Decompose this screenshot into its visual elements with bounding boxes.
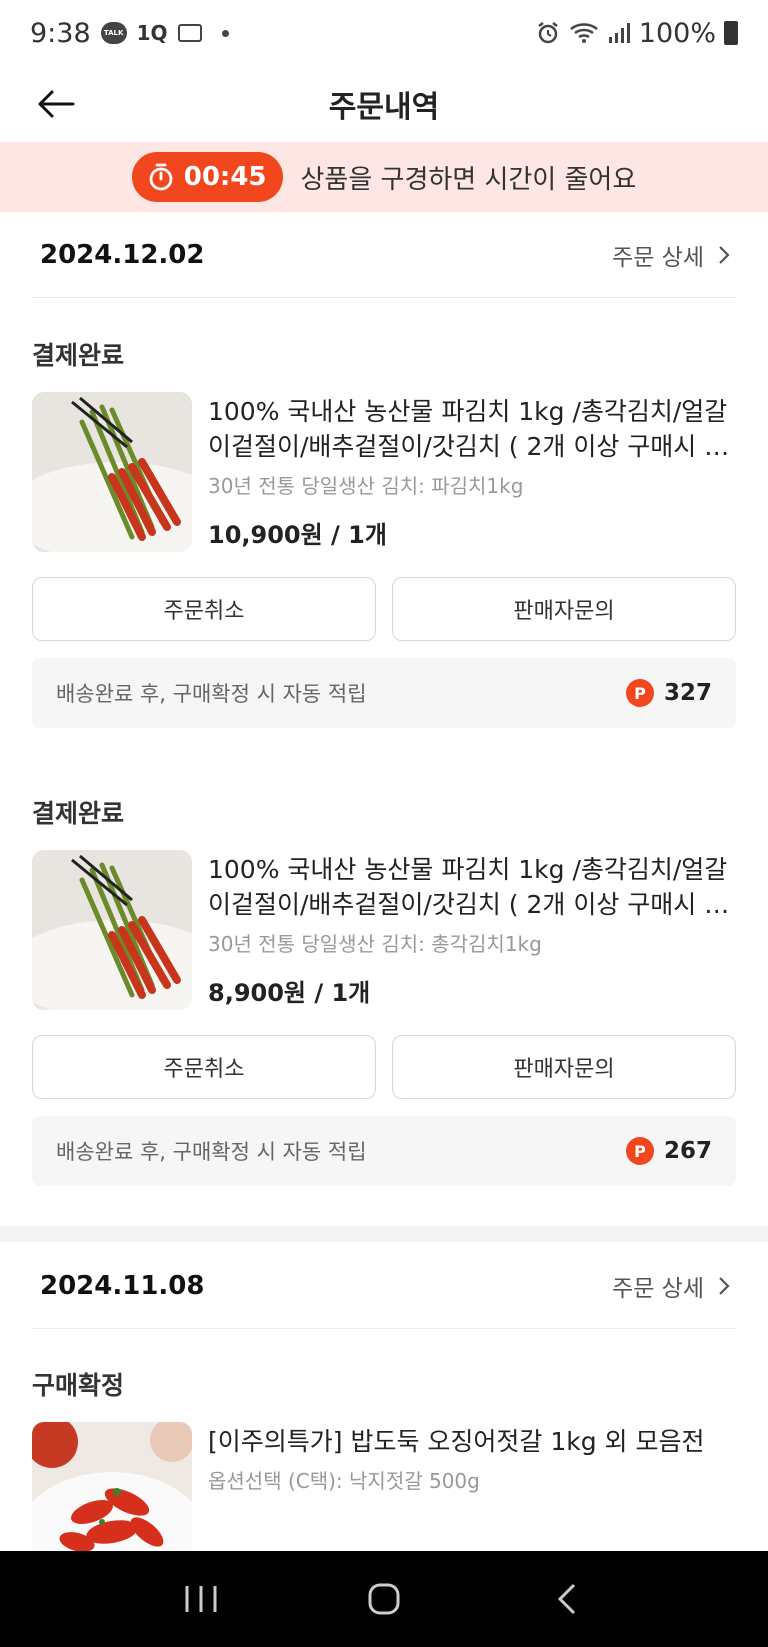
point-note: 배송완료 후, 구매확정 시 자동 적립: [56, 682, 367, 706]
action-buttons: 주문취소 판매자문의: [32, 1035, 736, 1099]
product-image-green-onion-kimchi[interactable]: [32, 392, 192, 552]
recent-apps-button[interactable]: [171, 1569, 231, 1629]
cancel-order-button[interactable]: 주문취소: [32, 1035, 376, 1099]
wallet-icon: [177, 24, 202, 42]
product-price: 8,900원 / 1개: [208, 979, 371, 1007]
alarm-icon: [538, 22, 558, 44]
timer-pill: 00:45: [131, 152, 283, 202]
cancel-order-button[interactable]: 주문취소: [32, 577, 376, 641]
order-header: 2024.12.02 주문 상세: [32, 212, 736, 298]
battery-icon: [724, 21, 738, 45]
more-notifications-dot-icon: [221, 29, 229, 37]
back-chevron-icon: [557, 1583, 575, 1615]
product-option: 30년 전통 당일생산 김치: 파김치1kg: [208, 474, 524, 498]
product-option: 30년 전통 당일생산 김치: 총각김치1kg: [208, 932, 542, 956]
signal-icon: [608, 23, 630, 43]
product-name[interactable]: 100% 국내산 농산물 파김치 1kg /총각김치/얼갈이겉절이/배추겉절이/…: [208, 394, 736, 464]
home-icon: [368, 1583, 400, 1615]
action-buttons: 주문취소 판매자문의: [32, 577, 736, 641]
point-reward-box: 배송완료 후, 구매확정 시 자동 적립 P 327: [32, 658, 736, 728]
section-divider: [0, 1226, 768, 1242]
stopwatch-icon: [149, 163, 173, 191]
product-row[interactable]: 100% 국내산 농산물 파김치 1kg /총각김치/얼갈이겉절이/배추겉절이/…: [32, 392, 736, 552]
product-row[interactable]: 100% 국내산 농산물 파김치 1kg /총각김치/얼갈이겉절이/배추겉절이/…: [32, 850, 736, 1010]
order-status: 구매확정: [32, 1371, 125, 1400]
app-notification-icon: 1Q: [136, 21, 168, 45]
system-back-button[interactable]: [537, 1569, 597, 1629]
order-status: 결제완료: [32, 341, 125, 370]
system-navigation-bar: [0, 1551, 768, 1647]
battery-percent: 100%: [638, 17, 716, 49]
point-reward-box: 배송완료 후, 구매확정 시 자동 적립 P 267: [32, 1116, 736, 1186]
timer-banner[interactable]: 00:45 상품을 구경하면 시간이 줄어요: [0, 142, 768, 212]
page-title: 주문내역: [328, 90, 440, 125]
point-amount: 267: [663, 1138, 712, 1164]
product-image-green-onion-kimchi[interactable]: [32, 850, 192, 1010]
point-note: 배송완료 후, 구매확정 시 자동 적립: [56, 1140, 367, 1164]
product-price: 10,900원 / 1개: [208, 521, 387, 549]
order-detail-link[interactable]: 주문 상세: [612, 238, 736, 272]
wifi-icon: [569, 23, 598, 43]
recent-apps-icon: [185, 1586, 217, 1612]
home-button[interactable]: [354, 1569, 414, 1629]
order-status: 결제완료: [32, 799, 125, 828]
product-name[interactable]: 100% 국내산 농산물 파김치 1kg /총각김치/얼갈이겉절이/배추겉절이/…: [208, 852, 736, 922]
arrow-left-icon: [38, 90, 75, 118]
app-bar: 주문내역: [0, 66, 768, 142]
order-detail-label: 주문 상세: [612, 244, 704, 271]
order-date: 2024.12.02: [40, 239, 205, 270]
seller-inquiry-button[interactable]: 판매자문의: [392, 577, 736, 641]
kakaotalk-notification-icon: TALK: [100, 22, 127, 44]
status-bar: 9:38 TALK 1Q 100%: [0, 0, 768, 66]
order-detail-link[interactable]: 주문 상세: [612, 1269, 736, 1303]
product-name[interactable]: [이주의특가] 밥도둑 오징어젓갈 1kg 외 모음전: [208, 1424, 736, 1459]
clock: 9:38: [30, 17, 91, 49]
seller-inquiry-button[interactable]: 판매자문의: [392, 1035, 736, 1099]
chevron-right-icon: [719, 245, 730, 264]
product-option: 옵션선택 (C택): 낙지젓갈 500g: [208, 1469, 480, 1493]
chevron-right-icon: [719, 1276, 730, 1295]
point-amount: 327: [663, 680, 712, 706]
back-button[interactable]: [34, 82, 78, 126]
order-header: 2024.11.08 주문 상세: [32, 1243, 736, 1329]
point-icon: P: [625, 1137, 654, 1165]
timer-countdown: 00:45: [183, 162, 267, 192]
order-detail-label: 주문 상세: [612, 1275, 704, 1302]
timer-message: 상품을 구경하면 시간이 줄어요: [300, 164, 637, 195]
point-icon: P: [625, 679, 654, 707]
order-date: 2024.11.08: [40, 1270, 205, 1301]
